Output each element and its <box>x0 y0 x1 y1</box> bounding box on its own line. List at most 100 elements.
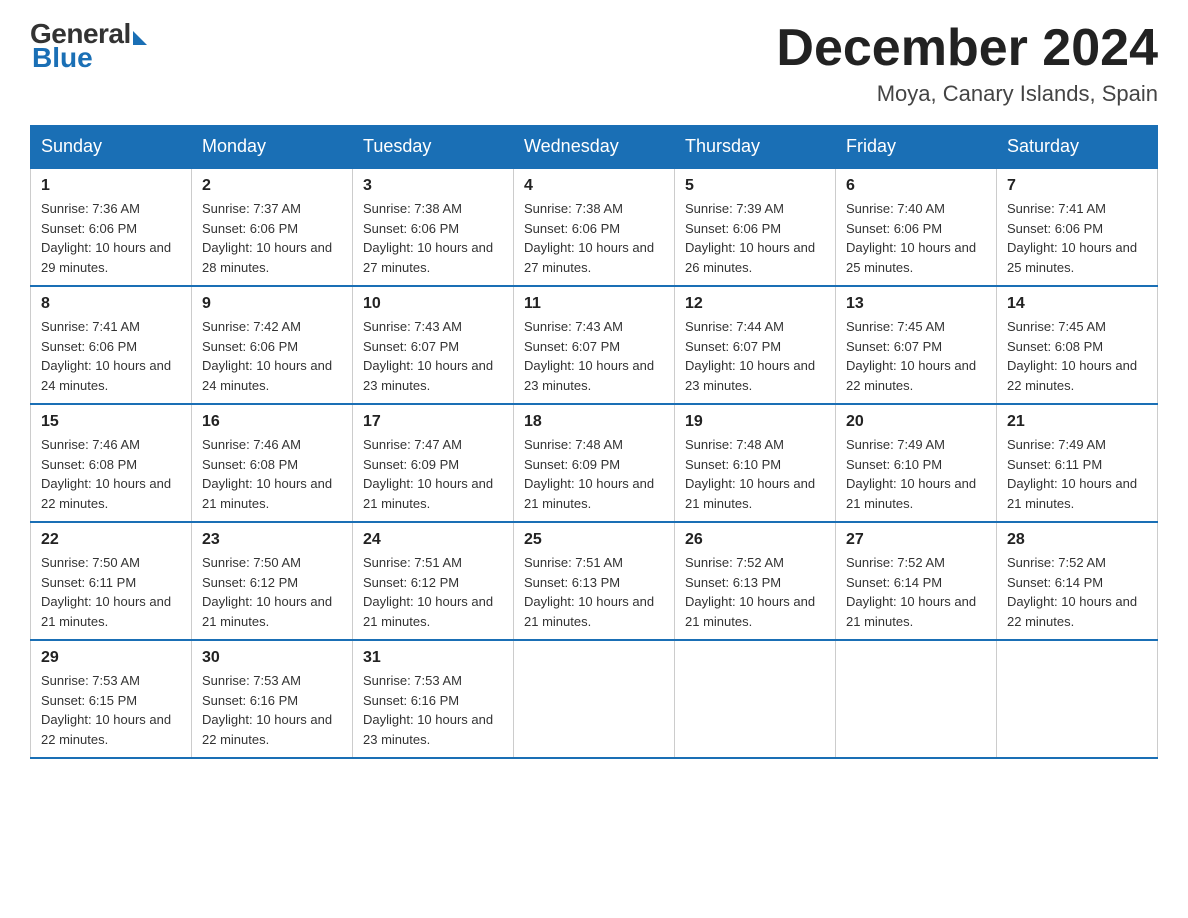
day-number: 18 <box>524 413 664 431</box>
page-header: General Blue December 2024 Moya, Canary … <box>30 20 1158 107</box>
calendar-cell: 28 Sunrise: 7:52 AMSunset: 6:14 PMDayligh… <box>997 522 1158 640</box>
day-number: 19 <box>685 413 825 431</box>
day-number: 10 <box>363 295 503 313</box>
day-number: 7 <box>1007 177 1147 195</box>
calendar-cell: 2Sunrise: 7:37 AMSunset: 6:06 PMDaylight… <box>192 168 353 286</box>
day-info: Sunrise: 7:48 AMSunset: 6:10 PMDaylight:… <box>685 435 825 513</box>
day-info: Sunrise: 7:50 AMSunset: 6:11 PMDaylight:… <box>41 553 181 631</box>
day-info: Sunrise: 7:42 AMSunset: 6:06 PMDaylight:… <box>202 317 342 395</box>
day-number: 21 <box>1007 413 1147 431</box>
day-info: Sunrise: 7:38 AMSunset: 6:06 PMDaylight:… <box>524 199 664 277</box>
day-number: 12 <box>685 295 825 313</box>
calendar-cell: 21Sunrise: 7:49 AMSunset: 6:11 PMDayligh… <box>997 404 1158 522</box>
day-number: 23 <box>202 531 342 549</box>
week-row-3: 15 Sunrise: 7:46 AMSunset: 6:08 PMDayligh… <box>31 404 1158 522</box>
day-number: 22 <box>41 531 181 549</box>
calendar-cell <box>514 640 675 758</box>
day-number: 30 <box>202 649 342 667</box>
title-section: December 2024 Moya, Canary Islands, Spai… <box>776 20 1158 107</box>
day-info: Sunrise: 7:52 AMSunset: 6:13 PMDaylight:… <box>685 553 825 631</box>
day-number: 24 <box>363 531 503 549</box>
day-info: Sunrise: 7:51 AMSunset: 6:13 PMDaylight:… <box>524 553 664 631</box>
day-info: Sunrise: 7:36 AMSunset: 6:06 PMDaylight:… <box>41 199 181 277</box>
day-info: Sunrise: 7:39 AMSunset: 6:06 PMDaylight:… <box>685 199 825 277</box>
day-number: 1 <box>41 177 181 195</box>
day-number: 15 <box>41 413 181 431</box>
day-info: Sunrise: 7:45 AMSunset: 6:07 PMDaylight:… <box>846 317 986 395</box>
day-number: 5 <box>685 177 825 195</box>
week-row-5: 29 Sunrise: 7:53 AMSunset: 6:15 PMDayligh… <box>31 640 1158 758</box>
calendar-cell: 13 Sunrise: 7:45 AMSunset: 6:07 PMDayligh… <box>836 286 997 404</box>
header-thursday: Thursday <box>675 126 836 169</box>
day-info: Sunrise: 7:52 AMSunset: 6:14 PMDaylight:… <box>1007 553 1147 631</box>
day-info: Sunrise: 7:52 AMSunset: 6:14 PMDaylight:… <box>846 553 986 631</box>
day-number: 9 <box>202 295 342 313</box>
day-info: Sunrise: 7:53 AMSunset: 6:15 PMDaylight:… <box>41 671 181 749</box>
day-info: Sunrise: 7:46 AMSunset: 6:08 PMDaylight:… <box>41 435 181 513</box>
header-tuesday: Tuesday <box>353 126 514 169</box>
header-sunday: Sunday <box>31 126 192 169</box>
day-info: Sunrise: 7:53 AMSunset: 6:16 PMDaylight:… <box>363 671 503 749</box>
header-saturday: Saturday <box>997 126 1158 169</box>
day-info: Sunrise: 7:44 AMSunset: 6:07 PMDaylight:… <box>685 317 825 395</box>
day-info: Sunrise: 7:40 AMSunset: 6:06 PMDaylight:… <box>846 199 986 277</box>
logo: General Blue <box>30 20 147 72</box>
calendar-header: SundayMondayTuesdayWednesdayThursdayFrid… <box>31 126 1158 169</box>
day-info: Sunrise: 7:38 AMSunset: 6:06 PMDaylight:… <box>363 199 503 277</box>
day-number: 17 <box>363 413 503 431</box>
day-number: 8 <box>41 295 181 313</box>
calendar-cell: 4 Sunrise: 7:38 AMSunset: 6:06 PMDaylight… <box>514 168 675 286</box>
day-info: Sunrise: 7:53 AMSunset: 6:16 PMDaylight:… <box>202 671 342 749</box>
header-row: SundayMondayTuesdayWednesdayThursdayFrid… <box>31 126 1158 169</box>
calendar-cell: 27 Sunrise: 7:52 AMSunset: 6:14 PMDayligh… <box>836 522 997 640</box>
calendar-cell: 11 Sunrise: 7:43 AMSunset: 6:07 PMDayligh… <box>514 286 675 404</box>
day-info: Sunrise: 7:43 AMSunset: 6:07 PMDaylight:… <box>363 317 503 395</box>
day-info: Sunrise: 7:43 AMSunset: 6:07 PMDaylight:… <box>524 317 664 395</box>
calendar-cell: 5 Sunrise: 7:39 AMSunset: 6:06 PMDaylight… <box>675 168 836 286</box>
calendar-cell: 22 Sunrise: 7:50 AMSunset: 6:11 PMDayligh… <box>31 522 192 640</box>
day-number: 6 <box>846 177 986 195</box>
day-info: Sunrise: 7:48 AMSunset: 6:09 PMDaylight:… <box>524 435 664 513</box>
calendar-cell: 10 Sunrise: 7:43 AMSunset: 6:07 PMDayligh… <box>353 286 514 404</box>
calendar-table: SundayMondayTuesdayWednesdayThursdayFrid… <box>30 125 1158 759</box>
calendar-cell: 25 Sunrise: 7:51 AMSunset: 6:13 PMDayligh… <box>514 522 675 640</box>
day-number: 13 <box>846 295 986 313</box>
day-info: Sunrise: 7:45 AMSunset: 6:08 PMDaylight:… <box>1007 317 1147 395</box>
day-number: 3 <box>363 177 503 195</box>
calendar-cell: 3 Sunrise: 7:38 AMSunset: 6:06 PMDaylight… <box>353 168 514 286</box>
day-number: 20 <box>846 413 986 431</box>
day-number: 27 <box>846 531 986 549</box>
day-number: 28 <box>1007 531 1147 549</box>
calendar-cell: 30 Sunrise: 7:53 AMSunset: 6:16 PMDayligh… <box>192 640 353 758</box>
location-text: Moya, Canary Islands, Spain <box>776 81 1158 107</box>
calendar-cell <box>997 640 1158 758</box>
calendar-cell: 8Sunrise: 7:41 AMSunset: 6:06 PMDaylight… <box>31 286 192 404</box>
day-number: 14 <box>1007 295 1147 313</box>
calendar-cell: 24 Sunrise: 7:51 AMSunset: 6:12 PMDayligh… <box>353 522 514 640</box>
calendar-cell: 29 Sunrise: 7:53 AMSunset: 6:15 PMDayligh… <box>31 640 192 758</box>
calendar-cell: 26 Sunrise: 7:52 AMSunset: 6:13 PMDayligh… <box>675 522 836 640</box>
day-number: 2 <box>202 177 342 195</box>
day-info: Sunrise: 7:46 AMSunset: 6:08 PMDaylight:… <box>202 435 342 513</box>
month-title: December 2024 <box>776 20 1158 77</box>
calendar-cell: 1 Sunrise: 7:36 AMSunset: 6:06 PMDaylight… <box>31 168 192 286</box>
day-number: 29 <box>41 649 181 667</box>
day-number: 11 <box>524 295 664 313</box>
logo-arrow-icon <box>133 31 147 45</box>
calendar-cell: 9 Sunrise: 7:42 AMSunset: 6:06 PMDaylight… <box>192 286 353 404</box>
calendar-cell: 17Sunrise: 7:47 AMSunset: 6:09 PMDayligh… <box>353 404 514 522</box>
day-info: Sunrise: 7:41 AMSunset: 6:06 PMDaylight:… <box>1007 199 1147 277</box>
calendar-cell: 14 Sunrise: 7:45 AMSunset: 6:08 PMDayligh… <box>997 286 1158 404</box>
day-number: 4 <box>524 177 664 195</box>
calendar-cell: 15 Sunrise: 7:46 AMSunset: 6:08 PMDayligh… <box>31 404 192 522</box>
week-row-1: 1 Sunrise: 7:36 AMSunset: 6:06 PMDaylight… <box>31 168 1158 286</box>
calendar-cell: 7 Sunrise: 7:41 AMSunset: 6:06 PMDaylight… <box>997 168 1158 286</box>
day-number: 26 <box>685 531 825 549</box>
logo-blue-text: Blue <box>32 44 93 72</box>
header-monday: Monday <box>192 126 353 169</box>
calendar-cell: 23Sunrise: 7:50 AMSunset: 6:12 PMDayligh… <box>192 522 353 640</box>
day-info: Sunrise: 7:51 AMSunset: 6:12 PMDaylight:… <box>363 553 503 631</box>
header-friday: Friday <box>836 126 997 169</box>
day-number: 25 <box>524 531 664 549</box>
day-number: 16 <box>202 413 342 431</box>
